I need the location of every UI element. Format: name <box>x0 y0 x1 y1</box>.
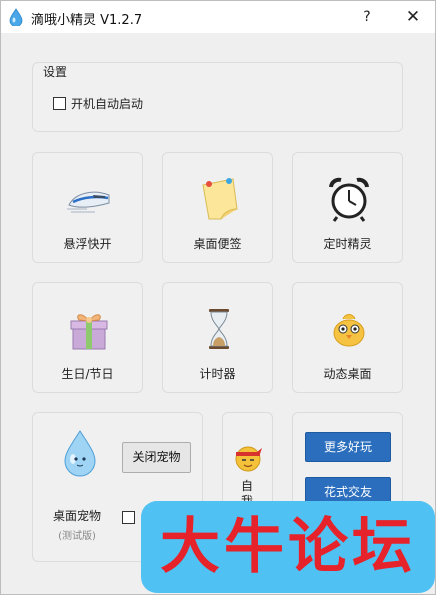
tile-timer[interactable]: 计时器 <box>162 282 273 393</box>
desktop-pet-sublabel: (测试版) <box>58 531 96 542</box>
tile-label: 定时精灵 <box>323 237 372 251</box>
tile-timed-sprite[interactable]: 定时精灵 <box>292 152 403 263</box>
close-pet-button[interactable]: 关闭宠物 <box>122 442 191 473</box>
autostart-label[interactable]: 开机自动启动 <box>71 95 143 112</box>
bullet-train-icon <box>67 191 110 213</box>
hourglass-icon <box>209 309 229 349</box>
tile-dynamic-desktop[interactable]: 动态桌面 <box>292 282 403 393</box>
window-title: 滴哦小精灵 V1.2.7 <box>31 13 143 28</box>
more-fun-button[interactable]: 更多好玩 <box>305 432 391 462</box>
tile-desktop-sticky-note[interactable]: 桌面便签 <box>162 152 273 263</box>
gift-box-icon <box>70 314 108 350</box>
watermark-overlay: 大牛论坛 <box>141 501 435 593</box>
desktop-pet-checkbox[interactable] <box>122 511 135 524</box>
tile-label: 生日/节日 <box>61 367 114 381</box>
tile-label: 悬浮快开 <box>63 237 112 251</box>
tile-label: 计时器 <box>199 367 236 381</box>
title-bar[interactable]: 滴哦小精灵 V1.2.7 ? ✕ <box>1 1 435 33</box>
alarm-clock-icon <box>329 177 369 222</box>
chick-icon <box>333 314 365 347</box>
water-drop-pet-icon <box>64 430 96 477</box>
help-button[interactable]: ? <box>345 1 389 33</box>
tile-birthday-holiday[interactable]: 生日/节日 <box>32 282 143 393</box>
sticky-note-icon <box>202 178 238 220</box>
app-window: 滴哦小精灵 V1.2.7 ? ✕ 设置 开机自动启动 悬浮快开 桌面便签 定时精… <box>0 0 436 595</box>
tile-label: 桌面便签 <box>193 237 242 251</box>
tile-floating-quick-open[interactable]: 悬浮快开 <box>32 152 143 263</box>
settings-group-title: 设置 <box>43 65 68 79</box>
desktop-pet-label: 桌面宠物 <box>52 509 101 523</box>
watermark-text: 大牛论坛 <box>160 512 416 582</box>
ninja-face-icon <box>235 446 262 472</box>
autostart-checkbox[interactable] <box>53 97 66 110</box>
close-button[interactable]: ✕ <box>391 1 435 33</box>
water-drop-icon <box>9 8 23 26</box>
settings-group: 设置 开机自动启动 <box>32 62 403 132</box>
tile-label: 动态桌面 <box>323 367 372 381</box>
